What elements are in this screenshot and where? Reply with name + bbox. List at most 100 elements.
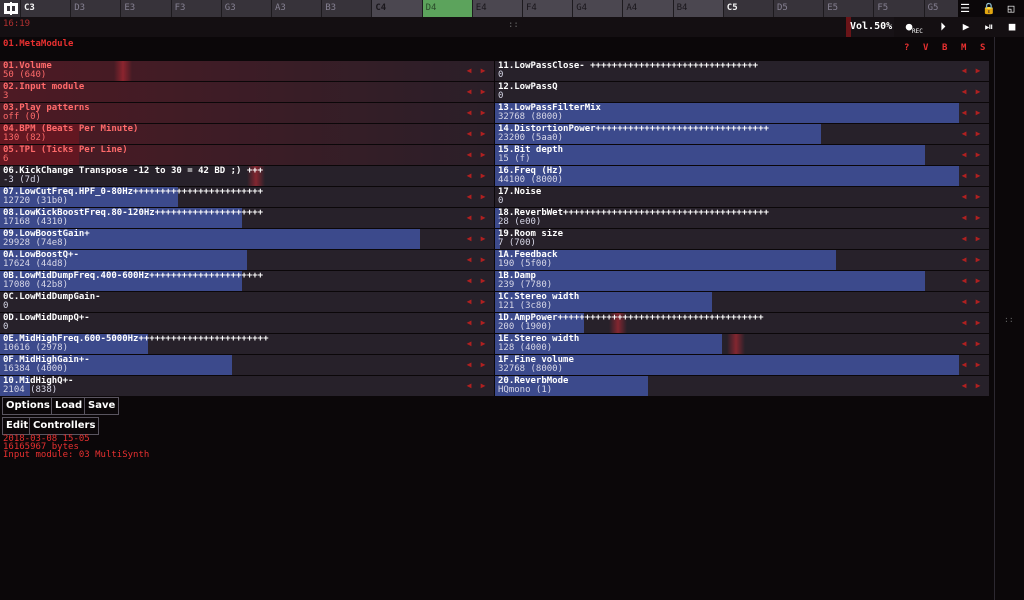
key-c4[interactable]: C4	[371, 0, 422, 17]
decrease-arrow-icon[interactable]: ◀	[959, 360, 969, 370]
decrease-arrow-icon[interactable]: ◀	[464, 171, 474, 181]
increase-arrow-icon[interactable]: ▶	[973, 297, 983, 307]
controller-row[interactable]: 1C.Stereo width 121 (3c80) ◀ ▶	[495, 292, 989, 312]
solo-button[interactable]: S	[980, 43, 985, 53]
key-b3[interactable]: B3	[321, 0, 371, 17]
increase-arrow-icon[interactable]: ▶	[973, 192, 983, 202]
increase-arrow-icon[interactable]: ▶	[973, 129, 983, 139]
increase-arrow-icon[interactable]: ▶	[478, 381, 488, 391]
decrease-arrow-icon[interactable]: ◀	[959, 255, 969, 265]
volume-control[interactable]: Vol.50%	[846, 17, 894, 37]
decrease-arrow-icon[interactable]: ◀	[959, 87, 969, 97]
stop-icon[interactable]: ■	[1001, 17, 1023, 37]
controller-row[interactable]: 09.LowBoostGain+ 29928 (74e8) ◀ ▶	[0, 229, 494, 249]
decrease-arrow-icon[interactable]: ◀	[959, 318, 969, 328]
help-button[interactable]: ?	[904, 43, 909, 53]
controller-row[interactable]: 15.Bit depth 15 (f) ◀ ▶	[495, 145, 989, 165]
controller-row[interactable]: 16.Freq (Hz) 44100 (8000) ◀ ▶	[495, 166, 989, 186]
increase-arrow-icon[interactable]: ▶	[478, 150, 488, 160]
lock-icon[interactable]: 🔒	[982, 2, 996, 15]
decrease-arrow-icon[interactable]: ◀	[464, 108, 474, 118]
decrease-arrow-icon[interactable]: ◀	[464, 297, 474, 307]
decrease-arrow-icon[interactable]: ◀	[464, 66, 474, 76]
controller-row[interactable]: 18.ReverbWet++++++++++++++++++++++++++++…	[495, 208, 989, 228]
key-e4[interactable]: E4	[471, 0, 522, 17]
controller-row[interactable]: 0A.LowBoostQ+- 17624 (44d8) ◀ ▶	[0, 250, 494, 270]
increase-arrow-icon[interactable]: ▶	[478, 360, 488, 370]
play-from-start-icon[interactable]: ⏵	[932, 17, 954, 37]
options-button[interactable]: Options	[2, 397, 54, 415]
key-b4[interactable]: B4	[672, 0, 723, 17]
increase-arrow-icon[interactable]: ▶	[973, 255, 983, 265]
decrease-arrow-icon[interactable]: ◀	[959, 381, 969, 391]
increase-arrow-icon[interactable]: ▶	[973, 87, 983, 97]
increase-arrow-icon[interactable]: ▶	[973, 276, 983, 286]
decrease-arrow-icon[interactable]: ◀	[464, 255, 474, 265]
decrease-arrow-icon[interactable]: ◀	[464, 381, 474, 391]
key-e5[interactable]: E5	[823, 0, 873, 17]
increase-arrow-icon[interactable]: ▶	[478, 213, 488, 223]
decrease-arrow-icon[interactable]: ◀	[464, 213, 474, 223]
controller-row[interactable]: 04.BPM (Beats Per Minute) 130 (82) ◀ ▶	[0, 124, 494, 144]
controller-row[interactable]: 07.LowCutFreq.HPF_0-80Hz++++++++++++++++…	[0, 187, 494, 207]
controller-row[interactable]: 0F.MidHighGain+- 16384 (4000) ◀ ▶	[0, 355, 494, 375]
controller-row[interactable]: 1A.Feedback 190 (5f00) ◀ ▶	[495, 250, 989, 270]
edit-button[interactable]: Edit	[2, 417, 33, 435]
increase-arrow-icon[interactable]: ▶	[973, 234, 983, 244]
decrease-arrow-icon[interactable]: ◀	[959, 339, 969, 349]
decrease-arrow-icon[interactable]: ◀	[959, 213, 969, 223]
increase-arrow-icon[interactable]: ▶	[478, 297, 488, 307]
key-c5[interactable]: C5	[722, 0, 773, 17]
key-f4[interactable]: F4	[522, 0, 573, 17]
controller-row[interactable]: 0D.LowMidDumpQ+- 0 ◀ ▶	[0, 313, 494, 333]
visual-button[interactable]: V	[923, 43, 928, 53]
increase-arrow-icon[interactable]: ▶	[973, 213, 983, 223]
controller-row[interactable]: 20.ReverbMode HQmono (1) ◀ ▶	[495, 376, 989, 396]
decrease-arrow-icon[interactable]: ◀	[464, 360, 474, 370]
controller-row[interactable]: 0E.MidHighFreq.600-5000Hz+++++++++++++++…	[0, 334, 494, 354]
key-f3[interactable]: F3	[170, 0, 221, 17]
decrease-arrow-icon[interactable]: ◀	[464, 318, 474, 328]
controller-row[interactable]: 05.TPL (Ticks Per Line) 6 ◀ ▶	[0, 145, 494, 165]
bypass-button[interactable]: B	[942, 43, 947, 53]
increase-arrow-icon[interactable]: ▶	[973, 381, 983, 391]
controller-row[interactable]: 0C.LowMidDumpGain- 0 ◀ ▶	[0, 292, 494, 312]
decrease-arrow-icon[interactable]: ◀	[959, 150, 969, 160]
decrease-arrow-icon[interactable]: ◀	[464, 234, 474, 244]
controllers-button[interactable]: Controllers	[29, 417, 100, 435]
save-button[interactable]: Save	[84, 397, 120, 415]
key-f5[interactable]: F5	[873, 0, 923, 17]
decrease-arrow-icon[interactable]: ◀	[959, 108, 969, 118]
controller-row[interactable]: 12.LowPassQ 0 ◀ ▶	[495, 82, 989, 102]
note-keyboard[interactable]: C3 D3 E3 F3 G3 A3 B3 C4 D4 E4 F4 G4 A4 B4 C5 D5 E5 F5 G5	[0, 0, 1024, 17]
controller-row[interactable]: 02.Input module 3 ◀ ▶	[0, 82, 494, 102]
decrease-arrow-icon[interactable]: ◀	[959, 129, 969, 139]
mute-button[interactable]: M	[961, 43, 966, 53]
increase-arrow-icon[interactable]: ▶	[973, 360, 983, 370]
key-a3[interactable]: A3	[271, 0, 321, 17]
increase-arrow-icon[interactable]: ▶	[973, 171, 983, 181]
key-d5[interactable]: D5	[773, 0, 823, 17]
controller-row[interactable]: 03.Play patterns off (0) ◀ ▶	[0, 103, 494, 123]
increase-arrow-icon[interactable]: ▶	[478, 276, 488, 286]
increase-arrow-icon[interactable]: ▶	[478, 129, 488, 139]
play-icon[interactable]: ▶	[955, 17, 977, 37]
decrease-arrow-icon[interactable]: ◀	[464, 87, 474, 97]
decrease-arrow-icon[interactable]: ◀	[464, 339, 474, 349]
controller-row[interactable]: 0B.LowMidDumpFreq.400-600Hz+++++++++++++…	[0, 271, 494, 291]
decrease-arrow-icon[interactable]: ◀	[959, 234, 969, 244]
controller-row[interactable]: 19.Room size 7 (700) ◀ ▶	[495, 229, 989, 249]
controller-row[interactable]: 01.Volume 50 (640) ◀ ▶	[0, 61, 494, 81]
decrease-arrow-icon[interactable]: ◀	[464, 192, 474, 202]
increase-arrow-icon[interactable]: ▶	[478, 339, 488, 349]
increase-arrow-icon[interactable]: ▶	[478, 171, 488, 181]
load-button[interactable]: Load	[51, 397, 87, 415]
decrease-arrow-icon[interactable]: ◀	[464, 129, 474, 139]
controller-row[interactable]: 13.LowPassFilterMix 32768 (8000) ◀ ▶	[495, 103, 989, 123]
key-a4[interactable]: A4	[622, 0, 673, 17]
controller-row[interactable]: 1D.AmpPower+++++++++++++++++++++++++++++…	[495, 313, 989, 333]
key-g4[interactable]: G4	[572, 0, 623, 17]
decrease-arrow-icon[interactable]: ◀	[959, 297, 969, 307]
increase-arrow-icon[interactable]: ▶	[973, 318, 983, 328]
controller-row[interactable]: 06.KickChange Transpose -12 to 30 = 42 B…	[0, 166, 494, 186]
